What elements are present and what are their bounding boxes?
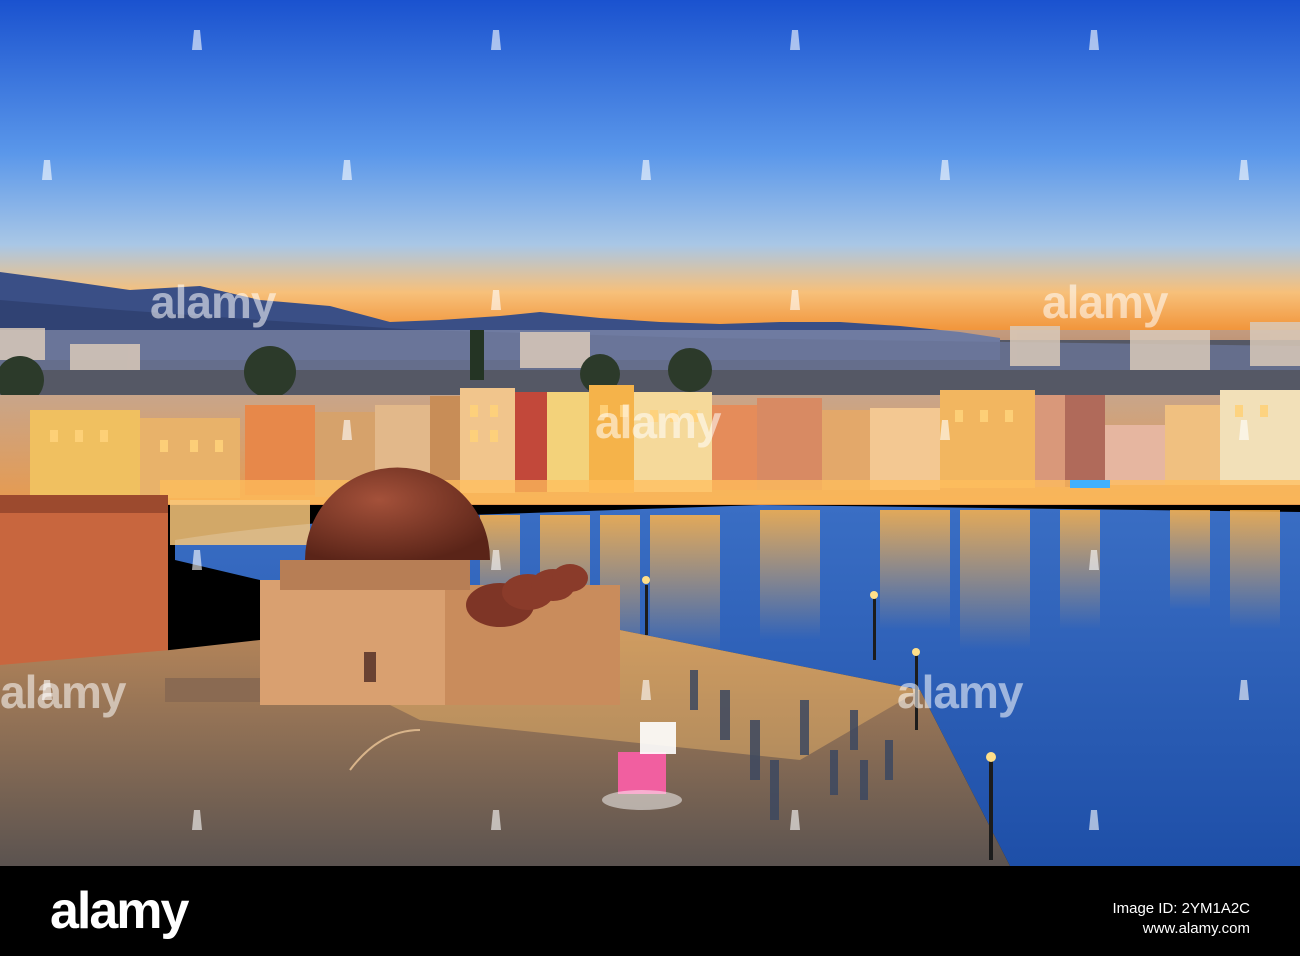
harbour-photo bbox=[0, 0, 1300, 866]
image-id-label: Image ID: 2YM1A2C bbox=[1112, 900, 1250, 917]
site-url-link[interactable]: www.alamy.com bbox=[1143, 920, 1250, 937]
town-background bbox=[0, 330, 1300, 400]
warehouse-building bbox=[0, 495, 168, 665]
alamy-logo[interactable]: alamy bbox=[50, 882, 189, 940]
footer-bar: alamy Image ID: 2YM1A2C www.alamy.com bbox=[0, 866, 1300, 956]
stock-photo-page: alamy alamy alamy alamy alamy alamy Imag… bbox=[0, 0, 1300, 956]
